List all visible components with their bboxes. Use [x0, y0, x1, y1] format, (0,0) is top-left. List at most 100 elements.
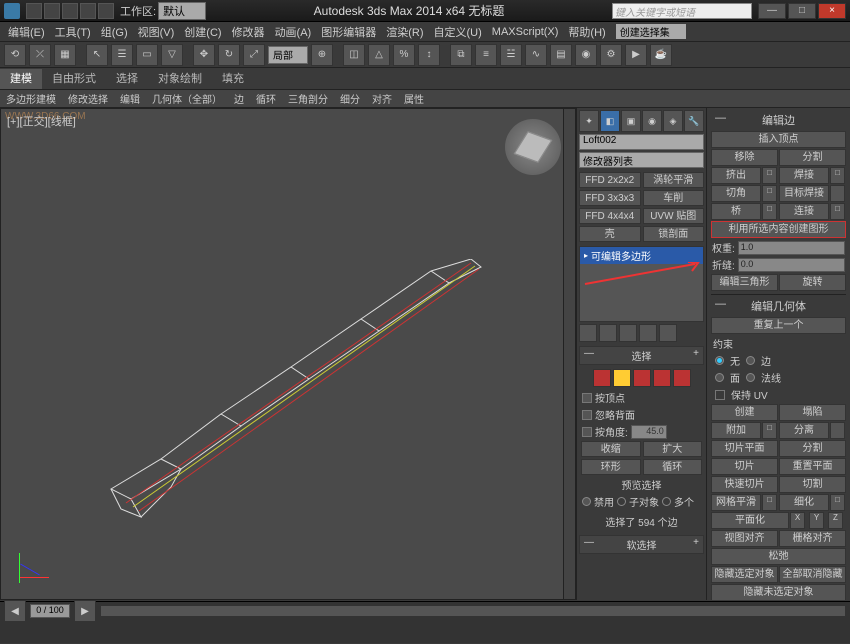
tab-motion-icon[interactable]: ◉ — [642, 110, 662, 132]
ribbon-sub-tri[interactable]: 三角剖分 — [282, 91, 334, 106]
qat-save-icon[interactable] — [62, 3, 78, 19]
viewport[interactable]: WWW.3D66.COM [+][正交][线框] — [0, 108, 576, 600]
qat-redo-icon[interactable] — [98, 3, 114, 19]
menu-view[interactable]: 视图(V) — [134, 24, 179, 40]
by-angle-checkbox[interactable] — [582, 427, 592, 437]
constraint-normal-radio[interactable] — [746, 373, 755, 382]
edit-edges-header[interactable]: 编辑边 — [709, 110, 848, 130]
stack-showend-icon[interactable] — [599, 324, 617, 342]
ribbon-sub-subdiv[interactable]: 细分 — [334, 91, 366, 106]
tool-scale-icon[interactable]: ⤢ — [243, 44, 265, 66]
menu-modifier[interactable]: 修改器 — [228, 24, 269, 40]
timeline-prev-icon[interactable]: ◀ — [4, 600, 26, 622]
create-button[interactable]: 创建 — [711, 404, 778, 421]
close-button[interactable]: × — [818, 3, 846, 19]
attach-button[interactable]: 附加 — [711, 422, 761, 439]
subobj-poly-icon[interactable] — [653, 369, 671, 387]
grow-button[interactable]: 扩大 — [643, 441, 703, 457]
menu-render[interactable]: 渲染(R) — [382, 24, 427, 40]
menu-graph[interactable]: 图形编辑器 — [317, 24, 380, 40]
hide-sel-button[interactable]: 隐藏选定对象 — [711, 566, 778, 583]
edit-tri-button[interactable]: 编辑三角形 — [711, 274, 778, 291]
preview-multi-radio[interactable] — [662, 497, 671, 506]
tool-move-icon[interactable]: ✥ — [193, 44, 215, 66]
tab-hierarchy-icon[interactable]: ▣ — [621, 110, 641, 132]
tool-rotate-icon[interactable]: ↻ — [218, 44, 240, 66]
relax-button[interactable]: 松弛 — [711, 548, 846, 565]
reset-plane-button[interactable]: 重置平面 — [779, 458, 846, 475]
slice-plane-button[interactable]: 切片平面 — [711, 440, 778, 457]
ribbon-tab-objectpaint[interactable]: 对象绘制 — [148, 69, 212, 89]
planar-y-button[interactable]: Y — [809, 512, 824, 529]
time-slider[interactable] — [100, 605, 846, 617]
weld-button[interactable]: 焊接 — [779, 167, 829, 184]
subobj-edge-icon[interactable] — [613, 369, 631, 387]
tab-utilities-icon[interactable]: 🔧 — [684, 110, 704, 132]
insert-vertex-button[interactable]: 插入顶点 — [711, 131, 846, 148]
stack-config-icon[interactable] — [659, 324, 677, 342]
frame-field[interactable]: 0 / 100 — [30, 604, 70, 618]
tab-create-icon[interactable]: ✦ — [579, 110, 599, 132]
mod-ffd3x3x3[interactable]: FFD 3x3x3 — [579, 190, 641, 206]
detach-button[interactable]: 分离 — [779, 422, 829, 439]
tool-render-setup-icon[interactable]: ⚙ — [600, 44, 622, 66]
tess-settings-button[interactable]: □ — [830, 494, 845, 511]
menu-help[interactable]: 帮助(H) — [564, 24, 609, 40]
ribbon-sub-align[interactable]: 对齐 — [366, 91, 398, 106]
tool-align-icon[interactable]: ≡ — [475, 44, 497, 66]
modifier-list-dropdown[interactable]: 修改器列表 — [579, 152, 704, 168]
weight-spinner[interactable]: 1.0 — [738, 241, 845, 255]
slice-button[interactable]: 切片 — [711, 458, 778, 475]
rotate-button[interactable]: 旋转 — [779, 274, 846, 291]
tool-schematic-icon[interactable]: ▤ — [550, 44, 572, 66]
tab-display-icon[interactable]: ◈ — [663, 110, 683, 132]
menu-animation[interactable]: 动画(A) — [271, 24, 316, 40]
tool-bind-icon[interactable]: ▦ — [54, 44, 76, 66]
planar-x-button[interactable]: X — [790, 512, 805, 529]
ribbon-tab-freeform[interactable]: 自由形式 — [42, 69, 106, 89]
tool-filter-icon[interactable]: ▽ — [161, 44, 183, 66]
connect-settings-button[interactable]: □ — [830, 203, 845, 220]
ribbon-sub-geom[interactable]: 几何体（全部） — [146, 91, 228, 106]
mod-shell[interactable]: 壳 — [579, 226, 641, 242]
qat-undo-icon[interactable] — [80, 3, 96, 19]
by-vertex-checkbox[interactable] — [582, 393, 592, 403]
quickslice-button[interactable]: 快速切片 — [711, 476, 778, 493]
tool-pivot-icon[interactable]: ⊕ — [311, 44, 333, 66]
search-input[interactable]: 键入关键字或短语 — [612, 3, 752, 19]
ignore-back-checkbox[interactable] — [582, 410, 592, 420]
tab-modify-icon[interactable]: ◧ — [600, 110, 620, 132]
app-logo[interactable] — [4, 3, 20, 19]
menu-group[interactable]: 组(G) — [97, 24, 132, 40]
soft-selection-header[interactable]: 软选择 — [579, 535, 704, 554]
maximize-button[interactable]: □ — [788, 3, 816, 19]
tool-render-frame-icon[interactable]: ▶ — [625, 44, 647, 66]
weld-settings-button[interactable]: □ — [830, 167, 845, 184]
constraint-face-radio[interactable] — [715, 373, 724, 382]
qat-open-icon[interactable] — [44, 3, 60, 19]
menu-custom[interactable]: 自定义(U) — [430, 24, 486, 40]
tw-settings-button[interactable] — [830, 185, 845, 202]
preserve-uv-checkbox[interactable] — [715, 390, 725, 400]
stack-remove-icon[interactable] — [639, 324, 657, 342]
mod-lathe[interactable]: 车削 — [643, 190, 705, 206]
constraint-none-radio[interactable] — [715, 356, 724, 365]
chamfer-settings-button[interactable]: □ — [762, 185, 777, 202]
split-button[interactable]: 分割 — [779, 149, 846, 166]
split2-button[interactable]: 分割 — [779, 440, 846, 457]
remove-button[interactable]: 移除 — [711, 149, 778, 166]
ribbon-tab-modeling[interactable]: 建模 — [0, 69, 42, 89]
tool-select-region-icon[interactable]: ▭ — [136, 44, 158, 66]
msmooth-button[interactable]: 网格平滑 — [711, 494, 761, 511]
tessellate-button[interactable]: 细化 — [779, 494, 829, 511]
menu-maxscript[interactable]: MAXScript(X) — [488, 26, 563, 38]
tool-percent-snap-icon[interactable]: % — [393, 44, 415, 66]
workspace-dropdown[interactable]: 默认 — [158, 2, 206, 20]
tool-render-icon[interactable]: ☕ — [650, 44, 672, 66]
tool-mirror-icon[interactable]: ⧉ — [450, 44, 472, 66]
tool-curve-editor-icon[interactable]: ∿ — [525, 44, 547, 66]
ref-coord-dropdown[interactable]: 局部 — [268, 46, 308, 64]
mod-turbosmooth[interactable]: 涡轮平滑 — [643, 172, 705, 188]
ribbon-sub-loop[interactable]: 循环 — [250, 91, 282, 106]
tool-angle-snap-icon[interactable]: △ — [368, 44, 390, 66]
